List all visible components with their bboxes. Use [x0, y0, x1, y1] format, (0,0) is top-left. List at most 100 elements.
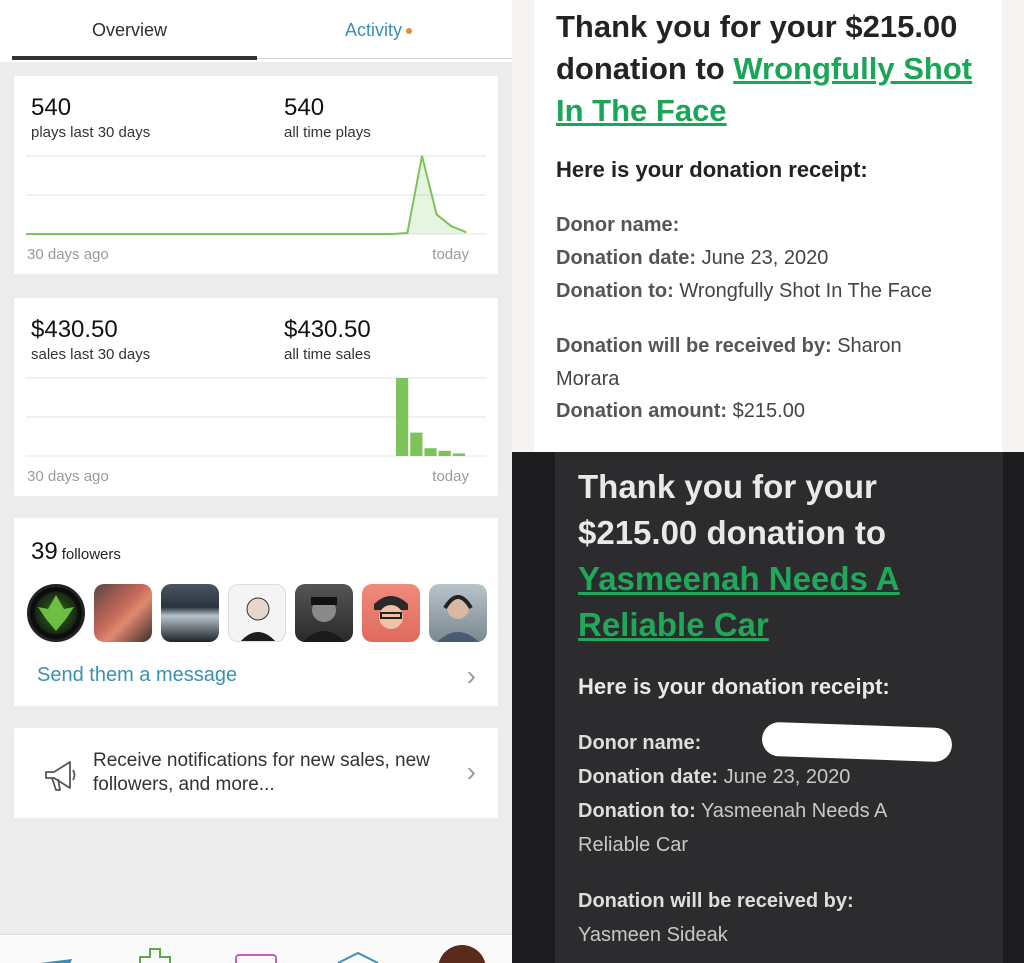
received-by-row: Donation will be received by: Sharon [556, 335, 902, 358]
receipt-headline: Thank you for your $215.00 donation to W… [556, 6, 996, 132]
donation-to-row: Donation to: Wrongfully Shot In The Face [556, 280, 932, 303]
messages-icon[interactable] [235, 954, 277, 963]
plays-card[interactable]: 540 plays last 30 days 540 all time play… [14, 76, 498, 274]
followers-count: 39 [31, 538, 58, 565]
receipt-light: Thank you for your $215.00 donation to W… [534, 0, 1002, 452]
received-label: Donation will be received by: [578, 890, 854, 912]
tab-divider [257, 58, 512, 59]
avatar[interactable] [27, 584, 85, 642]
sales-alltime-label: all time sales [284, 346, 371, 363]
person-icon [240, 597, 276, 641]
sales-bar [410, 432, 423, 456]
sales-bar [452, 453, 465, 456]
avatar[interactable] [295, 584, 353, 642]
plays-point [465, 231, 467, 233]
plays-point [318, 233, 321, 235]
sales-last30-value: $430.50 [31, 316, 118, 343]
donor-name-label: Donor name: [556, 214, 680, 236]
to-label: Donation to: [578, 800, 696, 822]
to-value-1: Yasmeenah Needs A [700, 800, 888, 822]
avatar[interactable] [161, 584, 219, 642]
plays-point [230, 233, 233, 235]
tab-activity-label: Activity [345, 20, 403, 40]
to-value: Wrongfully Shot In The Face [679, 280, 933, 302]
plays-chart [26, 155, 486, 235]
sales-bar [438, 450, 451, 456]
plays-point [259, 233, 262, 235]
notification-dot [406, 28, 413, 35]
plays-point [421, 155, 423, 157]
sales-alltime-value: $430.50 [284, 316, 371, 343]
tab-overview[interactable]: Overview [92, 20, 167, 41]
plays-point [83, 233, 86, 235]
campaign-link-line-1[interactable]: Yasmeenah Needs A [578, 556, 900, 602]
plays-axis-right: today [432, 246, 469, 263]
followers-heading: 39 followers [31, 538, 121, 566]
notifications-text: Receive notifications for new sales, new… [93, 750, 430, 795]
headline-line-2: $215.00 donation to [578, 514, 887, 551]
stats-icon[interactable] [139, 948, 171, 963]
avatar[interactable] [228, 584, 286, 642]
donor-name-row: Donor name: [556, 214, 679, 237]
plays-point [435, 213, 438, 216]
profile-avatar[interactable] [438, 945, 486, 963]
home-icon[interactable] [40, 959, 72, 963]
plays-point [303, 233, 306, 235]
plays-alltime-value: 540 [284, 94, 325, 121]
plays-point [245, 233, 247, 235]
campaign-link-line-2[interactable]: Reliable Car [578, 602, 769, 648]
donation-date-row: Donation date: June 23, 2020 [578, 766, 850, 789]
tab-bar: Overview Activity [0, 0, 512, 62]
headline-line-1: Thank you for your [578, 468, 877, 505]
avatar[interactable] [94, 584, 152, 642]
chevron-right-icon[interactable]: › [467, 660, 476, 692]
tab-activity[interactable]: Activity [345, 20, 413, 41]
sales-chart [26, 377, 486, 457]
send-message-link[interactable]: Send them a message [37, 664, 237, 687]
date-label: Donation date: [578, 766, 718, 788]
plays-point [127, 233, 130, 235]
bottom-nav-bar [0, 934, 512, 963]
notifications-card[interactable]: Receive notifications for new sales, new… [14, 728, 498, 818]
plays-point [347, 233, 350, 235]
sales-axis-right: today [432, 468, 469, 485]
amount-value: $215.00 [732, 400, 805, 422]
sales-bar [396, 378, 409, 456]
received-by-value-row: Yasmeen Sideak [578, 924, 728, 947]
plays-point [289, 233, 291, 235]
plays-point [274, 233, 277, 235]
receipt-title: Here is your donation receipt: [578, 674, 890, 699]
box-icon[interactable] [337, 951, 379, 963]
leaf-icon [38, 595, 74, 631]
person-icon [374, 596, 408, 629]
plays-last30-label: plays last 30 days [31, 124, 151, 141]
donor-name-row: Donor name: [578, 732, 701, 755]
megaphone-icon [45, 761, 76, 791]
stats-panel: Overview Activity 540 plays last 30 days… [0, 0, 512, 963]
followers-card: 39 followers Send them a message › [14, 518, 498, 706]
plays-point [201, 233, 203, 235]
avatar[interactable] [362, 584, 420, 642]
date-value: June 23, 2020 [701, 247, 829, 269]
plays-last30-value: 540 [31, 94, 72, 121]
sales-card[interactable]: $430.50 sales last 30 days $430.50 all t… [14, 298, 498, 496]
received-value-1: Sharon [837, 335, 902, 357]
plays-alltime-label: all time plays [284, 124, 371, 141]
donation-to-row: Donation to: Yasmeenah Needs A [578, 800, 887, 823]
received-value-2: Morara [556, 368, 620, 390]
received-by-row: Donation will be received by: [578, 890, 854, 913]
campaign-link-text-1[interactable]: Yasmeenah Needs A [578, 560, 900, 597]
to-label: Donation to: [556, 280, 674, 302]
to-value-2: Reliable Car [578, 834, 689, 856]
chevron-right-icon[interactable]: › [467, 756, 476, 788]
redaction-mark [761, 721, 953, 763]
avatar[interactable] [429, 584, 487, 642]
campaign-link-text-2[interactable]: Reliable Car [578, 606, 769, 643]
plays-point [171, 233, 174, 235]
plays-point [362, 233, 365, 235]
received-value: Yasmeen Sideak [578, 924, 728, 946]
plays-point [186, 233, 189, 235]
plays-axis-left: 30 days ago [27, 246, 109, 263]
plays-point [113, 233, 115, 235]
date-label: Donation date: [556, 247, 696, 269]
